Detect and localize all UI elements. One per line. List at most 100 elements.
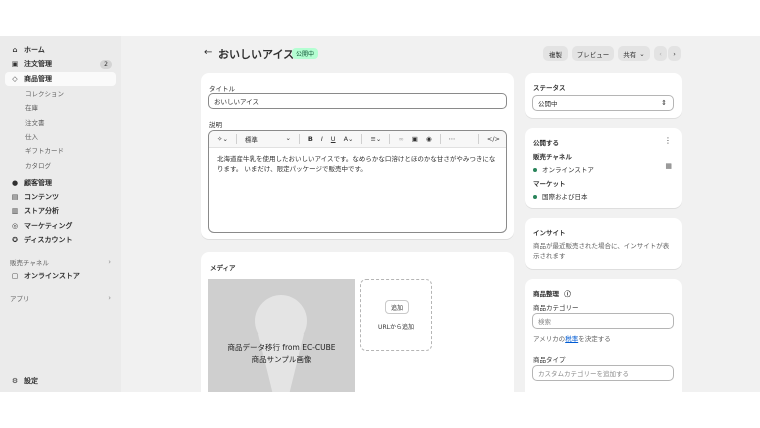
image-icon[interactable]: ▣	[412, 135, 418, 143]
category-label: 商品カテゴリー	[533, 304, 579, 312]
format-select[interactable]: 標準 ⌄	[245, 134, 291, 144]
media-caption: 商品データ移行 from EC-CUBE 商品サンプル画像	[208, 342, 355, 366]
organization-label: 商品整理 ⓘ	[533, 288, 571, 298]
sidebar-item-home[interactable]: ⌂ ホーム	[5, 43, 116, 57]
sidebar-subitem-catalogs[interactable]: カタログ	[25, 157, 121, 171]
apps-section[interactable]: アプリ ›	[10, 291, 111, 305]
add-media-button[interactable]: 追加	[385, 300, 409, 314]
status-select[interactable]: 公開中 ⇕	[532, 95, 674, 111]
calendar-icon[interactable]: ▦	[665, 162, 672, 170]
publishing-label: 公開する	[533, 139, 559, 147]
next-product-button[interactable]: ›	[668, 46, 681, 61]
product-type-label: 商品タイプ	[533, 356, 566, 364]
link-icon[interactable]: ∞	[398, 135, 403, 143]
page-title: おいしいアイス	[218, 48, 295, 61]
sales-channels-section[interactable]: 販売チャネル ›	[10, 255, 111, 269]
sales-channels-label: 販売チャネル	[10, 259, 49, 268]
media-dropzone[interactable]: 追加 URLから追加	[360, 279, 432, 351]
media-label: メディア	[210, 264, 236, 272]
sales-channel-value: オンラインストア	[542, 166, 594, 174]
category-help-text: アメリカの税率を決定する	[533, 335, 611, 343]
underline-icon[interactable]: U	[331, 135, 336, 143]
tag-icon: ◇	[12, 74, 18, 83]
sidebar-item-orders[interactable]: ▣ 注文管理 2	[5, 57, 116, 71]
text-color-icon[interactable]: A⌄	[344, 135, 354, 143]
market-label: マーケット	[533, 180, 566, 188]
active-dot-icon	[533, 168, 537, 172]
back-arrow-icon[interactable]: ←	[204, 47, 212, 58]
share-button[interactable]: 共有 ⌄	[618, 46, 650, 61]
sales-channel-online-store: オンラインストア	[533, 164, 594, 174]
sidebar-subitem-purchase-orders[interactable]: 注文書	[25, 114, 121, 128]
sidebar-item-label: マーケティング	[24, 221, 73, 230]
add-from-url-link[interactable]: URLから追加	[361, 322, 431, 331]
sidebar-item-label: 注文管理	[24, 60, 52, 69]
sidebar-item-analytics[interactable]: ▥ ストア分析	[5, 204, 116, 218]
media-card: メディア 商品データ移行 from EC-CUBE 商品サンプル画像 追加 UR…	[201, 252, 514, 392]
bold-icon[interactable]: B	[308, 135, 313, 143]
media-caption-line1: 商品データ移行 from EC-CUBE	[227, 343, 336, 352]
info-icon[interactable]: ⓘ	[564, 290, 571, 298]
code-icon[interactable]: </>	[487, 135, 500, 143]
previous-product-button[interactable]: ‹	[654, 46, 667, 61]
category-input[interactable]: 検索	[532, 313, 674, 329]
sidebar-item-label: ホーム	[24, 46, 45, 55]
sidebar-item-content[interactable]: ▤ コンテンツ	[5, 190, 116, 204]
chevron-right-icon: ›	[108, 294, 111, 303]
title-description-card: タイトル おいしいアイス 説明 ✧⌄ 標準 ⌄ B I U A⌄ ≡⌄ ∞ ▣	[201, 73, 514, 239]
status-select-value: 公開中	[538, 100, 558, 108]
discount-icon: ✪	[12, 236, 18, 244]
align-icon[interactable]: ≡⌄	[370, 135, 381, 143]
active-dot-icon	[533, 195, 537, 199]
sidebar-subitem-inventory[interactable]: 在庫	[25, 100, 121, 114]
chevron-right-icon: ›	[108, 258, 111, 267]
status-badge: 公開中	[292, 48, 319, 59]
title-label: タイトル	[209, 85, 235, 93]
sales-channel-label: 販売チャネル	[533, 153, 572, 161]
preview-button[interactable]: プレビュー	[572, 46, 614, 61]
sidebar-item-label: ストア分析	[24, 207, 59, 216]
chevron-down-icon: ⌄	[285, 134, 291, 142]
tax-rate-link[interactable]: 税率	[565, 335, 578, 343]
sidebar-subitem-collections[interactable]: コレクション	[25, 86, 121, 100]
title-input[interactable]: おいしいアイス	[208, 93, 507, 109]
description-label: 説明	[209, 121, 222, 129]
market-international: 国際および日本	[533, 191, 588, 201]
sidebar-item-marketing[interactable]: ◎ マーケティング	[5, 219, 116, 233]
chevron-down-icon: ⌄	[639, 49, 645, 58]
insights-text: 商品が最近販売された場合に、インサイトが表示されます	[533, 242, 670, 260]
sidebar-item-label: オンラインストア	[24, 272, 80, 281]
video-icon[interactable]: ◉	[426, 135, 432, 143]
sidebar-item-label: 顧客管理	[24, 178, 52, 187]
sidebar-item-products[interactable]: ◇ 商品管理	[5, 71, 116, 86]
sidebar-item-discounts[interactable]: ✪ ディスカウント	[5, 233, 116, 247]
description-text[interactable]: 北海道産牛乳を使用したおいしいアイスです。なめらかな口溶けとほのかな甘さがやみつ…	[209, 148, 506, 180]
more-icon[interactable]: ⋯	[449, 135, 456, 143]
sidebar-item-online-store[interactable]: ▢ オンラインストア	[5, 269, 116, 283]
sidebar: ⌂ ホーム ▣ 注文管理 2 ◇ 商品管理 コレクション 在庫 注文書 仕入 ギ…	[0, 36, 121, 392]
sidebar-item-label: コンテンツ	[24, 193, 59, 202]
product-type-input[interactable]: カスタムカテゴリーを追加する	[532, 365, 674, 381]
insights-card: インサイト 商品が最近販売された場合に、インサイトが表示されます	[525, 218, 682, 269]
product-organization-card: 商品整理 ⓘ 商品カテゴリー 検索 アメリカの税率を決定する 商品タイプ カスタ…	[525, 279, 682, 392]
sidebar-subitem-transfers[interactable]: 仕入	[25, 129, 121, 143]
description-editor[interactable]: ✧⌄ 標準 ⌄ B I U A⌄ ≡⌄ ∞ ▣ ◉ ⋯ </> 北海道産牛乳を使…	[208, 130, 507, 233]
sidebar-item-customers[interactable]: ● 顧客管理	[5, 176, 116, 190]
more-actions-icon[interactable]: ⋮	[664, 136, 672, 145]
admin-frame: ⌂ ホーム ▣ 注文管理 2 ◇ 商品管理 コレクション 在庫 注文書 仕入 ギ…	[0, 36, 760, 392]
sidebar-item-label: 商品管理	[24, 74, 52, 83]
format-select-value: 標準	[244, 136, 258, 144]
sidebar-item-settings[interactable]: ⚙ 設定	[5, 374, 38, 388]
italic-icon[interactable]: I	[321, 135, 323, 143]
duplicate-button[interactable]: 複製	[543, 46, 568, 61]
apps-label: アプリ	[10, 295, 30, 304]
magic-icon[interactable]: ✧⌄	[217, 135, 228, 143]
home-icon: ⌂	[12, 46, 18, 55]
media-image[interactable]: 商品データ移行 from EC-CUBE 商品サンプル画像	[208, 279, 355, 392]
market-value: 国際および日本	[542, 193, 588, 201]
sidebar-item-label: 設定	[24, 377, 38, 386]
organization-title: 商品整理	[533, 290, 559, 298]
sidebar-subitem-gift-cards[interactable]: ギフトカード	[25, 143, 121, 157]
media-caption-line2: 商品サンプル画像	[251, 355, 312, 364]
share-label: 共有	[623, 50, 637, 59]
